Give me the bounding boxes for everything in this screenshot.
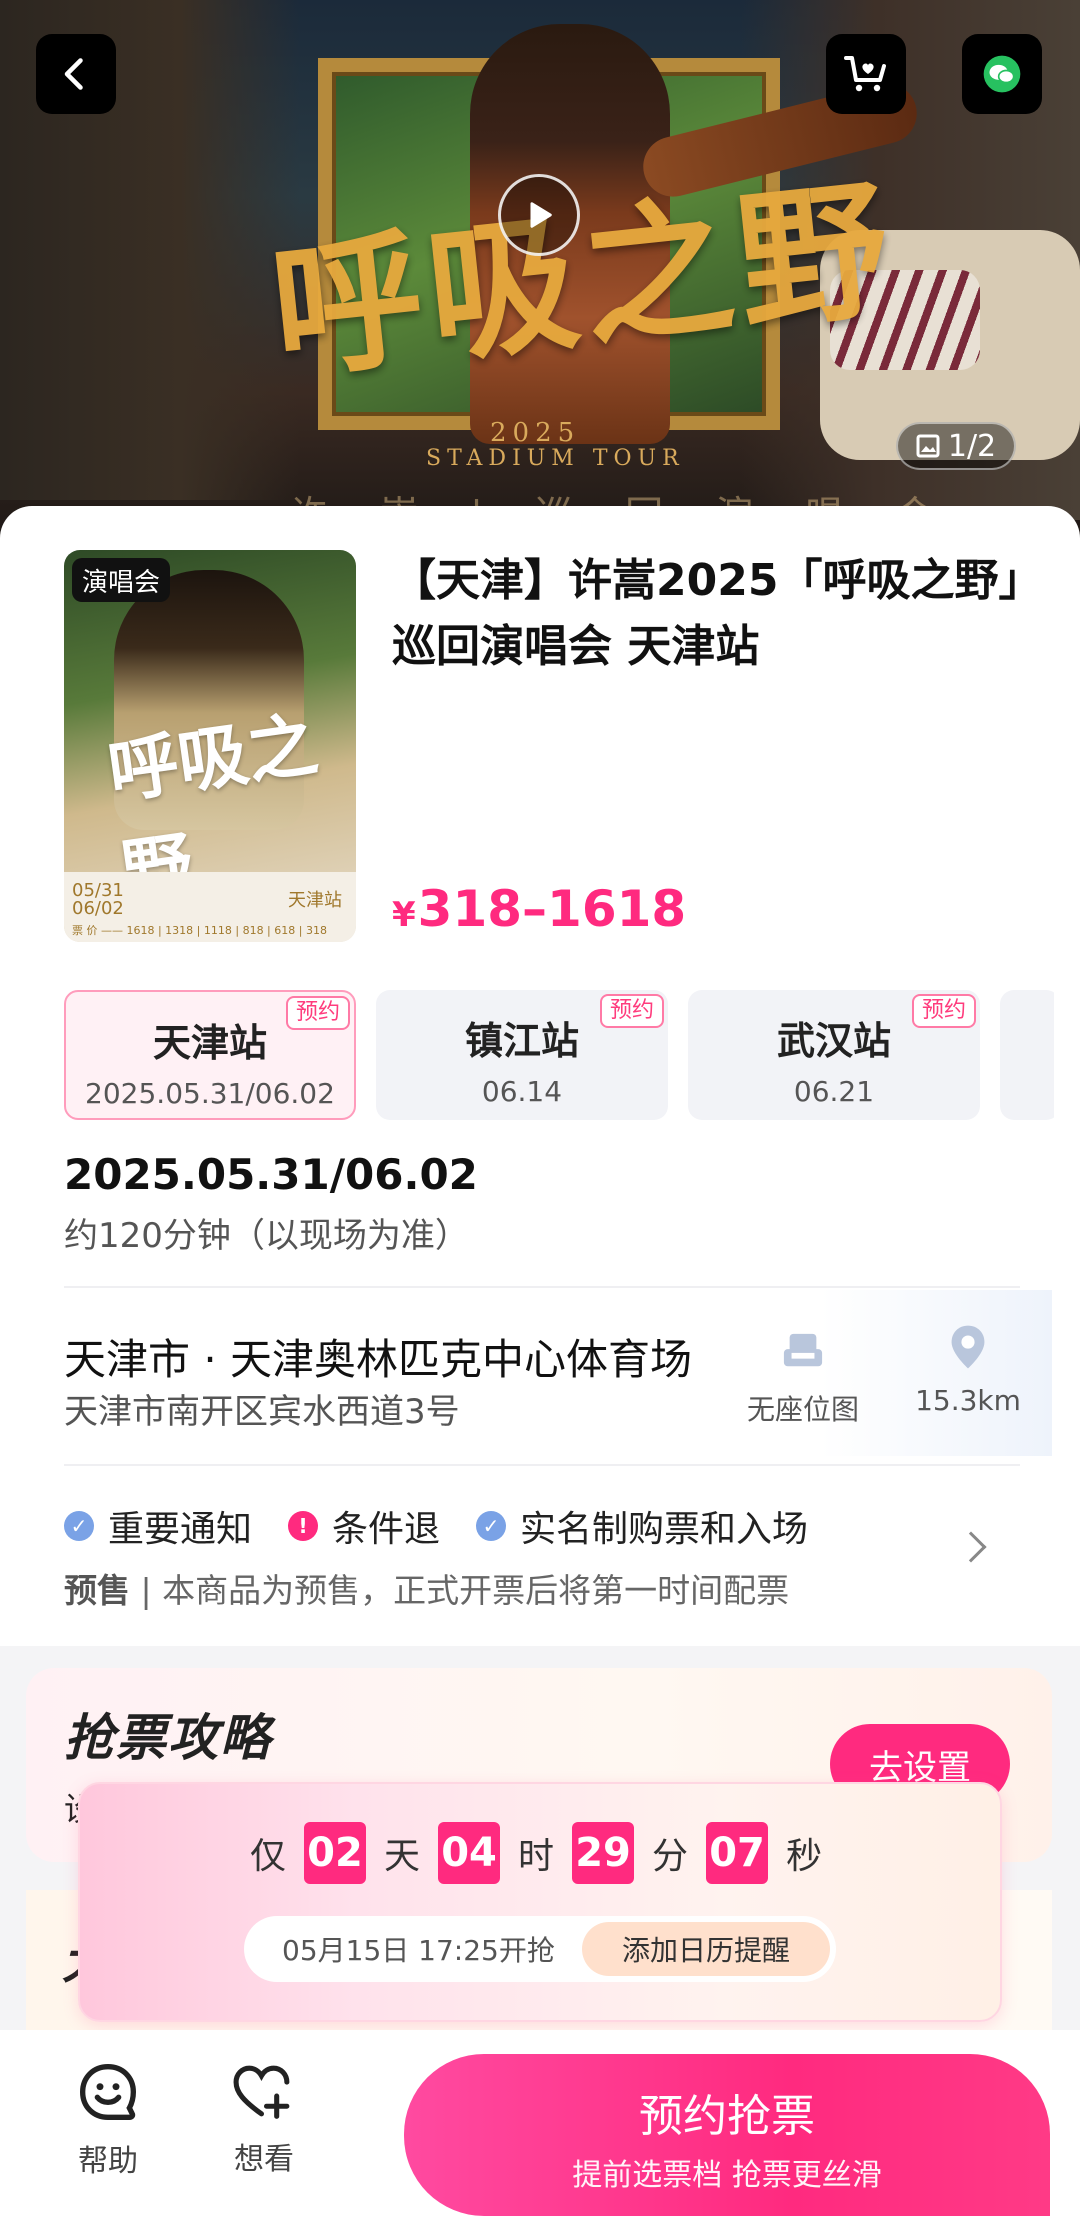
reserve-tag: 预约	[599, 994, 664, 1028]
poster-dates: 05/31 06/02	[72, 880, 124, 919]
venue-distance: 15.3km	[915, 1384, 1021, 1417]
seat-map-label: 无座位图	[746, 1393, 859, 1426]
event-poster[interactable]: 呼吸之野 05/31 06/02 天津站 票 价 —— 1618 | 1318 …	[64, 550, 356, 942]
sale-start-pill: 05月15日 17:25开抢 添加日历提醒	[244, 1916, 836, 1982]
session-selector: 预约 天津站 2025.05.31/06.02 预约 镇江站 06.14 预约 …	[64, 990, 1054, 1122]
notice-label: 实名制购票和入场	[520, 1509, 809, 1550]
play-icon	[530, 202, 552, 228]
reserve-ticket-button[interactable]: 预约抢票 提前选票档 抢票更丝滑	[404, 2054, 1050, 2216]
poster-prices: 票 价 —— 1618 | 1318 | 1118 | 818 | 618 | …	[72, 924, 327, 937]
event-date: 2025.05.31/06.02	[64, 1150, 478, 1199]
presale-label: 预售	[64, 1571, 130, 1610]
notice-label: 重要通知	[108, 1509, 253, 1550]
sale-start-time: 05月15日 17:25开抢	[282, 1934, 555, 1967]
heart-plus-icon	[233, 2065, 290, 2119]
seat-map-button[interactable]: 无座位图	[740, 1330, 866, 1428]
venue-address[interactable]: 天津市南开区宾水西道3号	[64, 1384, 460, 1433]
play-video-button[interactable]	[498, 174, 580, 256]
divider	[64, 1464, 1020, 1466]
days-unit: 天	[384, 1836, 421, 1877]
notice-refund[interactable]: ! 条件退	[288, 1500, 440, 1552]
location-pin-icon	[951, 1325, 985, 1369]
countdown-days: 02	[304, 1822, 367, 1884]
session-zhenjiang[interactable]: 预约 镇江站 06.14	[376, 990, 668, 1120]
wechat-share-button[interactable]	[962, 34, 1042, 114]
reserve-tag: 预约	[911, 994, 976, 1028]
countdown-minutes: 29	[572, 1822, 635, 1884]
image-counter-text: 1/2	[947, 428, 997, 464]
back-button[interactable]	[36, 34, 116, 114]
hero-art-year: 2025	[490, 418, 581, 448]
countdown-hours: 04	[438, 1822, 501, 1884]
page: 呼吸之野 2025 STADIUM TOUR 许 嵩 | 巡 回 演 唱 会 1…	[0, 0, 1080, 2216]
currency-symbol: ¥	[392, 895, 416, 935]
session-more[interactable]	[1000, 990, 1054, 1120]
chevron-left-icon	[64, 58, 83, 90]
navigate-button[interactable]: 15.3km	[906, 1324, 1030, 1417]
image-icon	[916, 434, 940, 458]
hero-art-subtitle: STADIUM TOUR	[426, 446, 685, 471]
notice-important[interactable]: ✓ 重要通知	[64, 1500, 252, 1552]
countdown-prefix: 仅	[250, 1836, 287, 1877]
wechat-icon	[983, 55, 1021, 93]
session-date: 06.21	[793, 1075, 875, 1108]
presale-text: | 本商品为预售，正式开票后将第一时间配票	[130, 1571, 790, 1610]
cart-heart-icon	[844, 56, 886, 92]
price-range-value: 318–1618	[417, 880, 687, 938]
help-label: 帮助	[78, 2144, 138, 2179]
image-counter: 1/2	[896, 422, 1016, 470]
poster-city: 天津站	[288, 890, 342, 911]
event-duration: 约120分钟（以现场为准）	[64, 1216, 469, 1256]
minutes-unit: 分	[652, 1836, 689, 1877]
session-date: 06.14	[481, 1075, 563, 1108]
add-calendar-reminder-button[interactable]: 添加日历提醒	[582, 1922, 830, 1976]
help-button[interactable]: 帮助	[48, 2060, 168, 2180]
event-title: 【天津】许嵩2025「呼吸之野」巡回演唱会 天津站	[392, 555, 1021, 672]
category-tag: 演唱会	[72, 558, 171, 602]
notices-row[interactable]: ✓ 重要通知 ! 条件退 ✓ 实名制购票和入场	[64, 1500, 844, 1552]
exclamation-icon: !	[288, 1511, 319, 1541]
divider	[64, 1286, 1020, 1288]
seat-icon	[783, 1333, 823, 1367]
hero-banner[interactable]: 呼吸之野 2025 STADIUM TOUR 许 嵩 | 巡 回 演 唱 会 1…	[0, 0, 1080, 560]
strategy-title: 抢票攻略	[64, 1709, 272, 1767]
countdown-timer: 仅 02 天 04 时 29 分 07 秒	[250, 1822, 840, 1884]
check-icon: ✓	[476, 1511, 507, 1541]
want-to-see-button[interactable]: 想看	[204, 2060, 324, 2178]
reserve-tag: 预约	[285, 996, 350, 1030]
cart-button[interactable]	[826, 34, 906, 114]
venue-name[interactable]: 天津市 · 天津奥林匹克中心体育场	[64, 1326, 692, 1387]
notice-realname[interactable]: ✓ 实名制购票和入场	[476, 1500, 808, 1552]
help-face-icon	[79, 2063, 137, 2120]
reserve-sub-label: 提前选票档 抢票更丝滑	[572, 2158, 882, 2193]
seconds-unit: 秒	[786, 1836, 823, 1877]
want-label: 想看	[234, 2142, 294, 2177]
reserve-main-label: 预约抢票	[639, 2091, 815, 2142]
notice-label: 条件退	[332, 1509, 441, 1550]
session-tianjin[interactable]: 预约 天津站 2025.05.31/06.02	[64, 990, 356, 1120]
countdown-popup: 仅 02 天 04 时 29 分 07 秒 05月15日 17:25开抢 添加日…	[78, 1782, 1002, 2022]
session-date: 2025.05.31/06.02	[85, 1077, 335, 1110]
presale-info: 预售 | 本商品为预售，正式开票后将第一时间配票	[64, 1564, 789, 1612]
check-icon: ✓	[64, 1511, 94, 1541]
hours-unit: 时	[518, 1836, 555, 1877]
price-range: ¥318–1618	[392, 880, 686, 938]
countdown-seconds: 07	[706, 1822, 769, 1884]
session-wuhan[interactable]: 预约 武汉站 06.21	[688, 990, 980, 1120]
